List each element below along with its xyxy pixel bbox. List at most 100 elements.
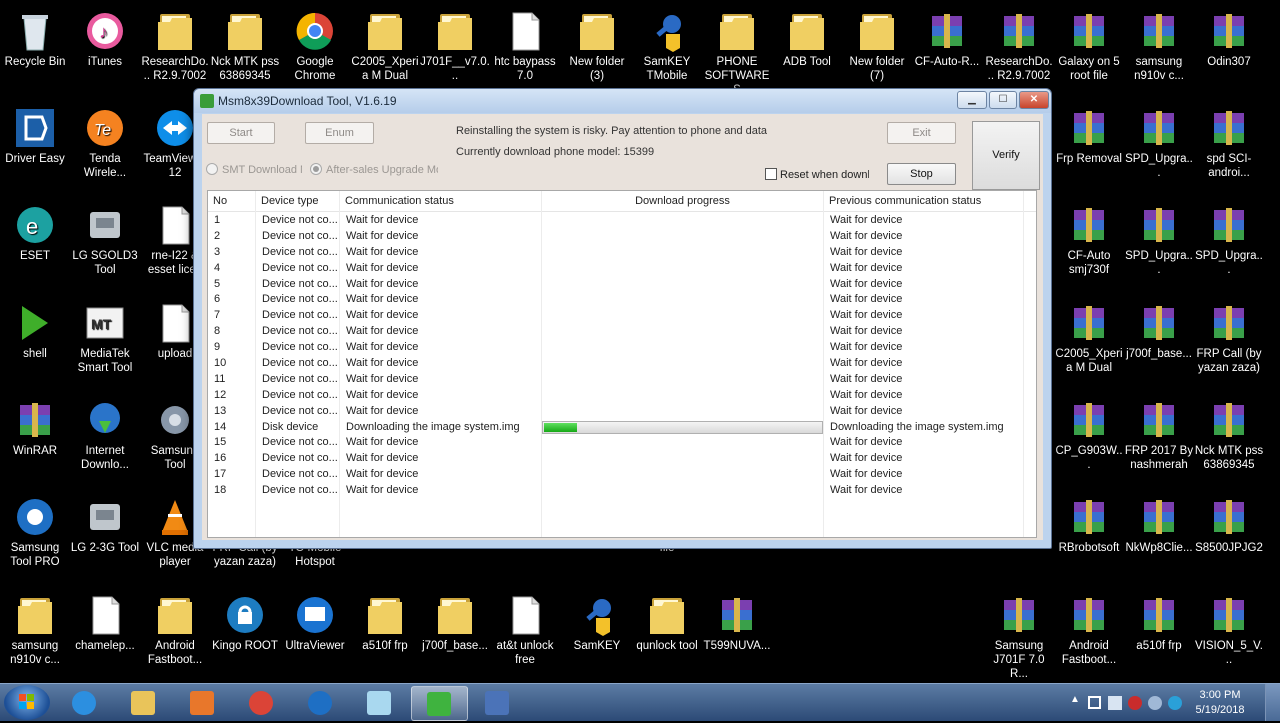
desktop-icon[interactable]: Android Fastboot... xyxy=(140,590,210,686)
desktop-icon[interactable]: C2005_Xperia M Dual xyxy=(1054,298,1124,394)
column-header-no[interactable]: No xyxy=(208,191,256,211)
desktop-icon[interactable]: Internet Downlo... xyxy=(70,395,140,491)
column-header-device-type[interactable]: Device type xyxy=(256,191,340,211)
desktop-icon[interactable]: CF-Auto smj730f xyxy=(1054,200,1124,296)
desktop-icon[interactable]: S8500JPJG2 xyxy=(1194,492,1264,588)
desktop-icon[interactable]: Android Fastboot... xyxy=(1054,590,1124,686)
table-row[interactable]: 14 Disk device Downloading the image syste… xyxy=(208,419,1036,435)
winrar-icon xyxy=(1138,594,1180,636)
desktop-icon[interactable]: SamKEY xyxy=(562,590,632,686)
desktop-icon-label: WinRAR xyxy=(12,445,58,457)
desktop-icon[interactable]: Nck MTK pss 63869345 xyxy=(1194,395,1264,491)
desktop-icon[interactable]: NkWp8Clie... xyxy=(1124,492,1194,588)
desktop-icon[interactable]: shell xyxy=(0,298,70,394)
after-sales-upgrade-radio[interactable]: After-sales Upgrade Moc xyxy=(310,163,438,176)
desktop-icon[interactable]: j700f_base... xyxy=(1124,298,1194,394)
title-bar[interactable]: Msm8x39Download Tool, V1.6.19 ▁ ☐ ✕ xyxy=(194,89,1051,113)
network-icon[interactable] xyxy=(1088,696,1101,709)
smt-download-radio[interactable]: SMT Download Mo xyxy=(206,163,302,176)
desktop-icon[interactable]: Driver Easy xyxy=(0,103,70,199)
minimize-button[interactable]: ▁ xyxy=(957,91,987,109)
column-header-previous-status[interactable]: Previous communication status xyxy=(824,191,1024,211)
table-row[interactable]: 3 Device not co... Wait for device Wait for… xyxy=(208,244,1036,260)
table-row[interactable]: 16 Device not co... Wait for device Wait fo… xyxy=(208,450,1036,466)
table-row[interactable]: 9 Device not co... Wait for device Wait for… xyxy=(208,339,1036,355)
taskbar-button[interactable] xyxy=(470,686,525,719)
table-row[interactable]: 7 Device not co... Wait for device Wait for… xyxy=(208,307,1036,323)
desktop-icon[interactable]: UltraViewer xyxy=(280,590,350,686)
desktop-icon[interactable]: j700f_base... xyxy=(420,590,490,686)
desktop-icon[interactable]: Te Tenda Wirele... xyxy=(70,103,140,199)
desktop-icon[interactable]: SPD_Upgra... xyxy=(1124,103,1194,199)
desktop-icon[interactable]: e ESET xyxy=(0,200,70,296)
verify-button[interactable]: Verify xyxy=(972,121,1040,190)
table-row[interactable]: 15 Device not co... Wait for device Wait fo… xyxy=(208,434,1036,450)
table-row[interactable]: 10 Device not co... Wait for device Wait fo… xyxy=(208,355,1036,371)
taskbar-button[interactable] xyxy=(175,686,230,719)
desktop-icon[interactable]: CP_G903W... xyxy=(1054,395,1124,491)
taskbar-button[interactable] xyxy=(116,686,171,719)
desktop-icon[interactable]: Frp Removal xyxy=(1054,103,1124,199)
desktop-icon[interactable]: Kingo ROOT xyxy=(210,590,280,686)
table-row[interactable]: 8 Device not co... Wait for device Wait for… xyxy=(208,323,1036,339)
table-row[interactable]: 6 Device not co... Wait for device Wait for… xyxy=(208,291,1036,307)
enum-button[interactable]: Enum xyxy=(305,122,374,144)
desktop-icon[interactable]: at&t unlock free xyxy=(490,590,560,686)
desktop-icon[interactable]: samsung n910v c... xyxy=(1124,6,1194,102)
taskbar-button[interactable] xyxy=(352,686,407,719)
table-row[interactable]: 4 Device not co... Wait for device Wait for… xyxy=(208,260,1036,276)
desktop-icon[interactable]: Odin307 xyxy=(1194,6,1264,102)
start-button[interactable] xyxy=(4,685,50,720)
table-row[interactable]: 5 Device not co... Wait for device Wait for… xyxy=(208,276,1036,292)
desktop-icon[interactable]: VISION_5_V... xyxy=(1194,590,1264,686)
table-row[interactable]: 1 Device not co... Wait for device Wait for… xyxy=(208,212,1036,228)
desktop-icon[interactable]: WinRAR xyxy=(0,395,70,491)
desktop-icon[interactable]: MT MediaTek Smart Tool xyxy=(70,298,140,394)
reset-when-download-checkbox[interactable]: Reset when downlo xyxy=(765,168,869,181)
table-row[interactable]: 13 Device not co... Wait for device Wait fo… xyxy=(208,403,1036,419)
table-row[interactable]: 18 Device not co... Wait for device Wait fo… xyxy=(208,482,1036,498)
volume-icon[interactable] xyxy=(1108,696,1122,710)
maximize-button[interactable]: ☐ xyxy=(989,91,1017,109)
table-row[interactable]: 17 Device not co... Wait for device Wait fo… xyxy=(208,466,1036,482)
taskbar-button[interactable] xyxy=(411,686,468,721)
clock[interactable]: 3:00 PM 5/19/2018 xyxy=(1190,688,1250,718)
taskbar-button[interactable] xyxy=(234,686,289,719)
table-row[interactable]: 2 Device not co... Wait for device Wait for… xyxy=(208,228,1036,244)
exit-button[interactable]: Exit xyxy=(887,122,956,144)
desktop-icon[interactable]: T599NUVA... xyxy=(702,590,772,686)
desktop-icon[interactable]: Galaxy on 5 root file xyxy=(1054,6,1124,102)
security-alert-icon[interactable] xyxy=(1128,696,1142,710)
desktop-icon[interactable]: a510f frp xyxy=(350,590,420,686)
desktop-icon[interactable]: spd SCI-androi... xyxy=(1194,103,1264,199)
column-header-download-progress[interactable]: Download progress xyxy=(542,191,824,211)
desktop-icon[interactable]: ♪ iTunes xyxy=(70,6,140,102)
start-button[interactable]: Start xyxy=(207,122,275,144)
desktop-icon[interactable]: Recycle Bin xyxy=(0,6,70,102)
table-row[interactable]: 11 Device not co... Wait for device Wait fo… xyxy=(208,371,1036,387)
desktop-icon[interactable]: FRP 2017 By nashmerah xyxy=(1124,395,1194,491)
desktop-icon[interactable]: LG 2-3G Tool xyxy=(70,492,140,588)
stop-button[interactable]: Stop xyxy=(887,163,956,185)
column-header-communication-status[interactable]: Communication status xyxy=(340,191,542,211)
taskbar-button[interactable] xyxy=(293,686,348,719)
desktop-icon[interactable]: a510f frp xyxy=(1124,590,1194,686)
close-button[interactable]: ✕ xyxy=(1019,91,1049,109)
desktop-icon[interactable]: Samsung Tool PRO xyxy=(0,492,70,588)
desktop-icon[interactable]: SPD_Upgra... xyxy=(1194,200,1264,296)
desktop-icon[interactable]: samsung n910v c... xyxy=(0,590,70,686)
desktop-icon-label: j700f_base... xyxy=(1126,348,1192,360)
show-hidden-icons-icon[interactable]: ▲ xyxy=(1070,694,1084,708)
desktop-icon[interactable]: FRP Call (by yazan zaza) xyxy=(1194,298,1264,394)
desktop-icon[interactable]: RBrobotsoft xyxy=(1054,492,1124,588)
desktop-icon[interactable]: qunlock tool xyxy=(632,590,702,686)
table-row[interactable]: 12 Device not co... Wait for device Wait fo… xyxy=(208,387,1036,403)
teamviewer-tray-icon[interactable] xyxy=(1168,696,1182,710)
show-desktop-button[interactable] xyxy=(1265,684,1280,721)
desktop-icon[interactable]: chamelep... xyxy=(70,590,140,686)
desktop-icon[interactable]: Samsung J701F 7.0 R... xyxy=(984,590,1054,686)
desktop-icon[interactable]: LG SGOLD3 Tool xyxy=(70,200,140,296)
desktop-icon[interactable]: SPD_Upgra... xyxy=(1124,200,1194,296)
tray-app-icon[interactable] xyxy=(1148,696,1162,710)
taskbar-button[interactable] xyxy=(57,686,112,719)
